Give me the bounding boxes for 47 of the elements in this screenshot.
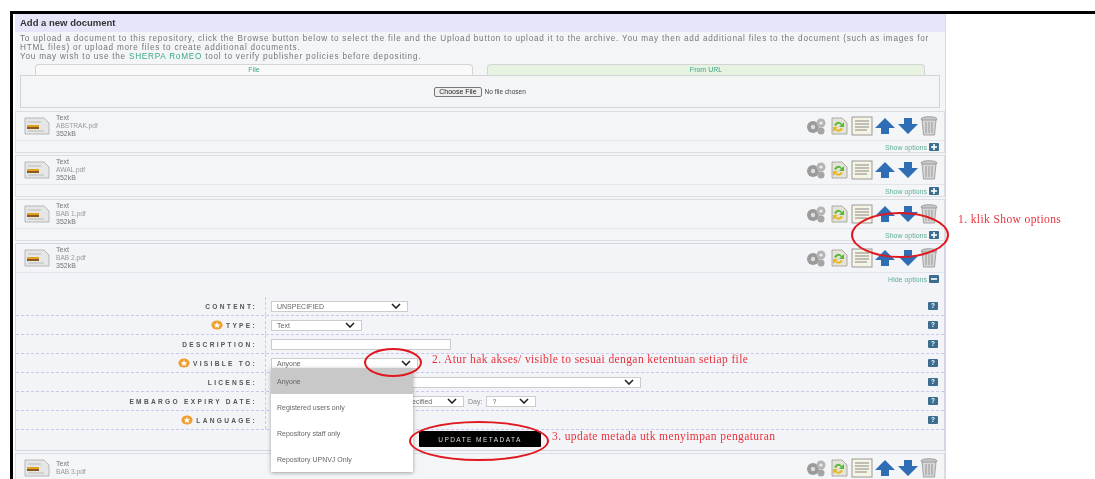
file-swap-icon[interactable] [828, 249, 850, 267]
intro-note: You may wish to use the SHERPA RoMEO tool to verify publisher policies before depositing. [19, 52, 423, 61]
document-icon [24, 205, 50, 223]
sherpa-romeo-link[interactable]: SHERPA RoMEO [128, 52, 203, 61]
gears-icon[interactable] [805, 161, 827, 179]
gears-icon[interactable] [805, 205, 827, 223]
file-swap-icon[interactable] [828, 205, 850, 223]
file-swap-icon[interactable] [828, 161, 850, 179]
required-star-icon [181, 415, 194, 425]
chevron-down-icon [624, 379, 634, 385]
document-list-icon[interactable] [851, 204, 873, 224]
document-icon [24, 161, 50, 179]
annotation-text: 3. update metada utk menyimpan pengaturan [552, 430, 776, 442]
trash-icon[interactable] [920, 204, 938, 224]
file-swap-icon[interactable] [828, 459, 850, 477]
arrow-up-icon[interactable] [874, 459, 896, 477]
gears-icon[interactable] [805, 249, 827, 267]
document-icon [24, 249, 50, 267]
document-icon [24, 117, 50, 135]
minus-icon [929, 275, 939, 283]
arrow-up-icon[interactable] [874, 117, 896, 135]
trash-icon[interactable] [920, 458, 938, 478]
chevron-down-icon [447, 398, 457, 404]
intro-text: To upload a document to this repository, click the Browse button below to select the file and the Upload button to upload it to the archive. You may then add additional files to the document (such as images for HTML files) or upload more files to create additional documents. [19, 33, 931, 52]
trash-icon[interactable] [920, 160, 938, 180]
arrow-down-icon[interactable] [897, 117, 919, 135]
arrow-down-icon[interactable] [897, 161, 919, 179]
annotation-text: 2. Atur hak akses/ visible to sesuai dengan ketentuan setiap file [432, 353, 749, 365]
chevron-down-icon [401, 360, 411, 366]
arrow-up-icon[interactable] [874, 161, 896, 179]
gears-icon[interactable] [805, 459, 827, 477]
chevron-down-icon [391, 303, 401, 309]
panel-title: Add a new document [15, 14, 945, 32]
trash-icon[interactable] [920, 116, 938, 136]
file-swap-icon[interactable] [828, 117, 850, 135]
required-star-icon [211, 320, 224, 330]
gears-icon[interactable] [805, 117, 827, 135]
document-list-icon[interactable] [851, 248, 873, 268]
chevron-down-icon [519, 398, 530, 404]
trash-icon[interactable] [920, 248, 938, 268]
arrow-down-icon[interactable] [897, 459, 919, 477]
chevron-down-icon [345, 322, 355, 328]
description-field[interactable] [271, 338, 451, 350]
annotation-circle [364, 348, 422, 377]
annotation-text: 1. klik Show options [958, 213, 1062, 225]
required-star-icon [178, 358, 190, 368]
arrow-up-icon[interactable] [874, 249, 896, 267]
